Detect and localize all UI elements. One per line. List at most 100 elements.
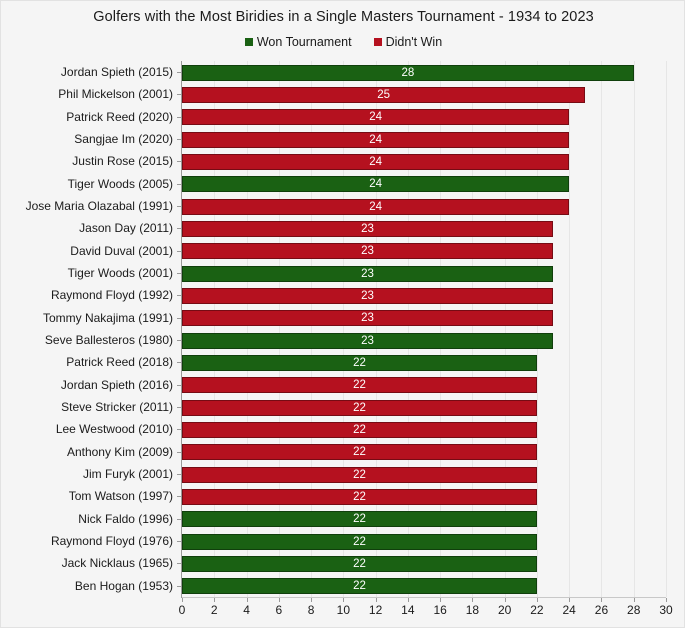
y-axis-category-label: Seve Ballesteros (1980) xyxy=(44,333,173,347)
bar[interactable]: 22 xyxy=(182,377,537,394)
bar-row: Jason Day (2011) 23 xyxy=(79,217,666,239)
x-tick-mark xyxy=(666,598,667,602)
bar-row: Jack Nicklaus (1965) 22 xyxy=(62,552,666,574)
bar[interactable]: 23 xyxy=(182,220,554,237)
bar-value-label: 24 xyxy=(369,178,382,191)
y-axis-category-label: Jordan Spieth (2015) xyxy=(60,65,173,79)
legend-item-didnt-win[interactable]: Didn't Win xyxy=(373,35,443,49)
bar-value-label: 22 xyxy=(353,446,366,459)
x-tick-label: 0 xyxy=(178,603,186,617)
legend-item-won-tournament[interactable]: Won Tournament xyxy=(244,35,352,49)
bar[interactable]: 24 xyxy=(182,153,570,170)
x-tick-mark xyxy=(472,598,474,602)
x-tick-mark xyxy=(311,598,313,602)
x-tick-label: 2 xyxy=(210,603,218,617)
x-tick-label: 14 xyxy=(401,603,415,617)
x-tick-mark xyxy=(601,598,603,602)
y-axis-category-label: Justin Rose (2015) xyxy=(72,154,173,169)
bar[interactable]: 23 xyxy=(182,243,554,260)
bar-row: Patrick Reed (2020) 24 xyxy=(66,106,666,128)
bar-row: Sangjae Im (2020) 24 xyxy=(74,128,666,150)
x-tick-label: 30 xyxy=(659,603,673,617)
x-tick-mark xyxy=(407,598,409,602)
bar-row: Seve Ballesteros (1980) 23 xyxy=(45,329,666,351)
bar[interactable]: 22 xyxy=(182,466,537,483)
x-tick-label: 28 xyxy=(627,603,641,617)
x-axis-ticks: 0 2 4 6 8 10 12 14 16 18 20 22 24 26 28 30 xyxy=(178,598,673,624)
x-tick-label: 26 xyxy=(594,603,609,617)
bar[interactable]: 23 xyxy=(182,265,554,282)
bar[interactable]: 23 xyxy=(182,287,554,304)
x-tick-mark xyxy=(504,598,506,602)
x-tick-label: 16 xyxy=(433,603,447,617)
bar-row: Nick Faldo (1996) 22 xyxy=(78,508,666,530)
bar-value-label: 22 xyxy=(353,513,366,526)
x-tick-label: 6 xyxy=(275,603,283,617)
bar[interactable]: 22 xyxy=(182,354,537,371)
bar[interactable]: 28 xyxy=(182,64,634,81)
y-axis-category-label: Anthony Kim (2009) xyxy=(66,444,173,459)
y-axis-category-label: Lee Westwood (2010) xyxy=(55,422,173,437)
y-axis-category-label: Raymond Floyd (1976) xyxy=(50,534,173,548)
bar-row: Lee Westwood (2010) 22 xyxy=(56,418,666,440)
bar-row: Patrick Reed (2018) 22 xyxy=(66,351,666,373)
bar[interactable]: 23 xyxy=(182,310,554,327)
bar-value-label: 24 xyxy=(369,155,382,168)
bar[interactable]: 22 xyxy=(182,533,537,550)
x-tick-mark xyxy=(246,598,248,602)
x-tick-mark xyxy=(440,598,442,602)
y-axis-category-label: David Duval (2001) xyxy=(70,243,173,258)
bar-row: Jose Maria Olazabal (1991) 24 xyxy=(26,195,666,217)
bar-row: David Duval (2001) 23 xyxy=(70,240,666,262)
bar[interactable]: 22 xyxy=(182,511,537,528)
x-tick-mark xyxy=(633,598,635,602)
x-tick-label: 24 xyxy=(562,603,576,617)
y-axis-category-label: Tom Watson (1997) xyxy=(68,489,173,504)
bar[interactable]: 24 xyxy=(182,176,570,193)
bar[interactable]: 22 xyxy=(182,488,537,505)
bar-row: Tiger Woods (2005) 24 xyxy=(68,173,666,195)
x-tick-mark xyxy=(536,598,538,602)
x-tick-label: 4 xyxy=(243,603,250,617)
bar[interactable]: 24 xyxy=(182,131,570,148)
bar[interactable]: 23 xyxy=(182,332,554,349)
bar-row: Raymond Floyd (1992) 23 xyxy=(51,284,666,306)
bar-row: Raymond Floyd (1976) 22 xyxy=(51,530,666,552)
x-tick-label: 8 xyxy=(307,603,315,617)
bar[interactable]: 22 xyxy=(182,421,537,438)
bar-value-label: 23 xyxy=(361,312,374,325)
y-axis-category-label: Patrick Reed (2018) xyxy=(66,355,173,370)
bar-row: Phil Mickelson (2001) 25 xyxy=(58,83,666,105)
bar-value-label: 23 xyxy=(361,267,374,280)
y-axis-category-label: Tommy Nakajima (1991) xyxy=(42,310,173,325)
bar-value-label: 22 xyxy=(353,557,366,570)
bar[interactable]: 25 xyxy=(182,86,586,103)
bar-row: Justin Rose (2015) 24 xyxy=(72,150,666,172)
y-axis-category-label: Jim Furyk (2001) xyxy=(82,467,173,481)
chart-title: Golfers with the Most Biridies in a Sing… xyxy=(93,9,594,25)
bar[interactable]: 22 xyxy=(182,399,537,416)
bar-row: Anthony Kim (2009) 22 xyxy=(67,441,666,463)
x-tick-label: 22 xyxy=(530,603,544,617)
bar[interactable]: 22 xyxy=(182,555,537,572)
bar-row: Ben Hogan (1953) 22 xyxy=(75,575,666,597)
bar-value-label: 24 xyxy=(369,200,382,213)
y-axis-category-label: Tiger Woods (2001) xyxy=(67,266,173,280)
bar-row: Jordan Spieth (2015) 28 xyxy=(61,61,666,83)
bar-row: Steve Stricker (2011) 22 xyxy=(61,396,666,418)
bar[interactable]: 24 xyxy=(182,109,570,126)
bar-value-label: 22 xyxy=(353,423,366,436)
legend-label-lost: Didn't Win xyxy=(385,35,443,49)
bar-row: Jim Furyk (2001) 22 xyxy=(83,463,666,485)
bar-value-label: 23 xyxy=(361,289,374,302)
bar[interactable]: 22 xyxy=(182,578,537,595)
bar-value-label: 23 xyxy=(361,222,374,235)
bar-value-label: 22 xyxy=(353,379,366,392)
bar[interactable]: 22 xyxy=(182,444,537,461)
x-tick-label: 12 xyxy=(368,603,383,617)
y-axis-category-label: Phil Mickelson (2001) xyxy=(58,87,173,102)
y-axis-category-label: Jose Maria Olazabal (1991) xyxy=(25,199,173,213)
x-tick-label: 20 xyxy=(497,603,512,617)
x-tick-mark xyxy=(182,598,183,602)
bar[interactable]: 24 xyxy=(182,198,570,215)
